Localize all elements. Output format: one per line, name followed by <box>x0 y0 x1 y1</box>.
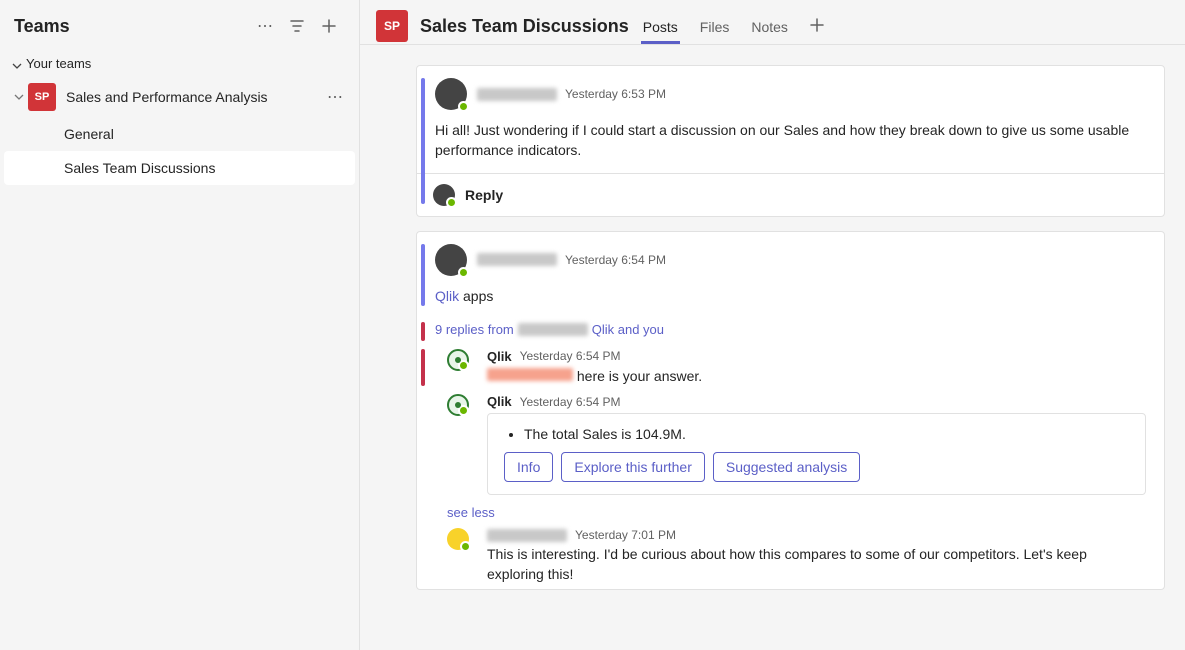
filter-icon[interactable] <box>281 10 313 42</box>
tab-files[interactable]: Files <box>698 13 732 44</box>
more-icon[interactable]: ⋯ <box>249 10 281 42</box>
team-row[interactable]: SP Sales and Performance Analysis ⋯ <box>0 77 359 117</box>
reply-author: Qlik <box>487 394 512 409</box>
post-timestamp: Yesterday 6:54 PM <box>565 253 666 267</box>
post-text: Hi all! Just wondering if I could start … <box>435 120 1144 161</box>
reply-bar[interactable]: Reply <box>417 173 1164 216</box>
reply-timestamp: Yesterday 6:54 PM <box>520 395 621 409</box>
team-more-icon[interactable]: ⋯ <box>319 81 351 113</box>
author-name-redacted <box>477 253 557 266</box>
mention-redacted <box>487 368 573 381</box>
tabs: Posts Files Notes <box>641 8 826 44</box>
your-teams-toggle[interactable]: Your teams <box>0 50 359 77</box>
teams-sidebar: Teams ⋯ Your teams SP Sales and Performa… <box>0 0 360 650</box>
reply: Qlik Yesterday 6:54 PM The total Sales i… <box>417 390 1164 499</box>
post: Yesterday 6:53 PM Hi all! Just wondering… <box>416 65 1165 217</box>
reply-timestamp: Yesterday 6:54 PM <box>520 349 621 363</box>
presence-available-icon <box>458 405 469 416</box>
main-area: SP Sales Team Discussions Posts Files No… <box>360 0 1185 650</box>
channel-badge: SP <box>376 10 408 42</box>
reply-text: here is your answer. <box>487 366 1146 386</box>
post-text-after-link: apps <box>459 288 493 304</box>
author-name-redacted <box>477 88 557 101</box>
presence-available-icon <box>458 267 469 278</box>
post-text: Qlik apps <box>435 286 1144 306</box>
post-head: Yesterday 6:54 PM <box>435 244 1144 276</box>
answer-card: The total Sales is 104.9M. Info Explore … <box>487 413 1146 495</box>
reply: Qlik Yesterday 6:54 PM here is your answ… <box>417 345 1164 390</box>
post: Yesterday 6:54 PM Qlik apps 9 replies fr… <box>416 231 1165 590</box>
post-timestamp: Yesterday 6:53 PM <box>565 87 666 101</box>
channel-sales-team-discussions[interactable]: Sales Team Discussions <box>4 151 355 185</box>
reply-timestamp: Yesterday 7:01 PM <box>575 528 676 542</box>
team-name: Sales and Performance Analysis <box>66 89 319 105</box>
your-teams-label: Your teams <box>26 56 91 71</box>
presence-available-icon <box>446 197 457 208</box>
reply: Yesterday 7:01 PM This is interesting. I… <box>417 520 1164 589</box>
reply-label: Reply <box>465 187 503 203</box>
tab-posts[interactable]: Posts <box>641 13 680 44</box>
channel-header: SP Sales Team Discussions Posts Files No… <box>360 0 1185 44</box>
team-badge: SP <box>28 83 56 111</box>
suggested-analysis-button[interactable]: Suggested analysis <box>713 452 860 482</box>
replies-summary[interactable]: 9 replies from Qlik and you <box>417 318 1164 345</box>
posts-feed[interactable]: Yesterday 6:53 PM Hi all! Just wondering… <box>360 45 1185 650</box>
channel-label: General <box>64 126 114 142</box>
explore-further-button[interactable]: Explore this further <box>561 452 705 482</box>
reply-author: Qlik <box>487 349 512 364</box>
replies-summary-suffix: Qlik and you <box>592 322 664 337</box>
add-tab-icon[interactable] <box>808 12 826 44</box>
channel-general[interactable]: General <box>4 117 355 151</box>
author-name-redacted <box>487 529 567 542</box>
avatar[interactable] <box>435 78 467 110</box>
avatar[interactable] <box>447 528 469 550</box>
answer-bullet: The total Sales is 104.9M. <box>524 426 1129 442</box>
presence-available-icon <box>458 360 469 371</box>
sidebar-header: Teams ⋯ <box>0 0 359 50</box>
avatar[interactable] <box>435 244 467 276</box>
qlik-avatar[interactable] <box>447 394 469 416</box>
replies-summary-name-redacted <box>518 323 588 336</box>
qlik-avatar[interactable] <box>447 349 469 371</box>
replies-summary-prefix: 9 replies from <box>435 322 514 337</box>
avatar <box>433 184 455 206</box>
add-team-icon[interactable] <box>313 10 345 42</box>
channel-title: Sales Team Discussions <box>420 16 629 37</box>
info-button[interactable]: Info <box>504 452 553 482</box>
channel-label: Sales Team Discussions <box>64 160 215 176</box>
presence-available-icon <box>458 101 469 112</box>
presence-available-icon <box>460 541 471 552</box>
sidebar-title: Teams <box>14 16 249 37</box>
see-less-link[interactable]: see less <box>417 499 1164 520</box>
post-head: Yesterday 6:53 PM <box>435 78 1144 110</box>
caret-down-icon <box>12 59 22 69</box>
qlik-link[interactable]: Qlik <box>435 288 459 304</box>
tab-notes[interactable]: Notes <box>749 13 790 44</box>
reply-text: This is interesting. I'd be curious abou… <box>487 544 1146 585</box>
caret-down-icon <box>14 89 24 105</box>
